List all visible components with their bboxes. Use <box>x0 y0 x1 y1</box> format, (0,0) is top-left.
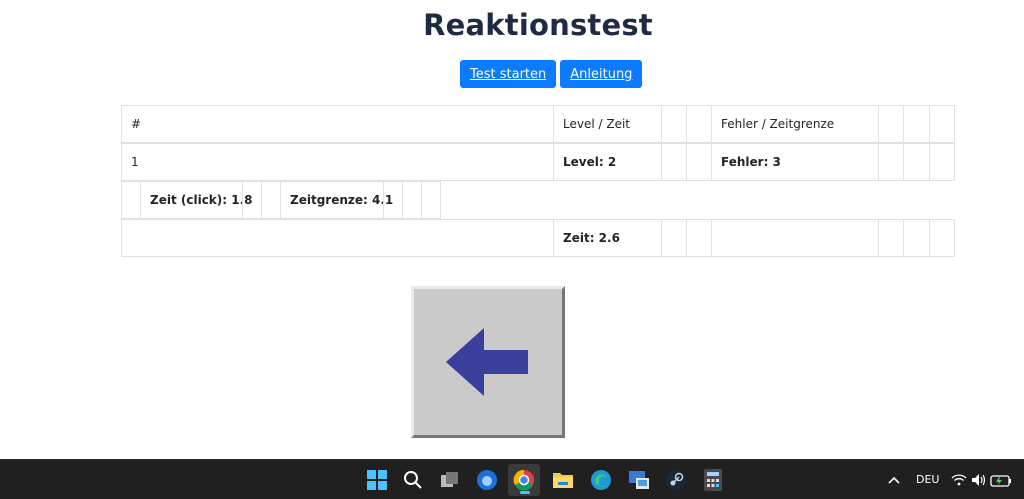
start-icon[interactable] <box>364 467 390 493</box>
table-row: Zeit (click): 1.8 Zeitgrenze: 4.1 <box>121 181 441 220</box>
arrow-stimulus-button[interactable] <box>411 286 565 438</box>
steam-icon[interactable] <box>663 467 689 493</box>
empty-cell <box>878 143 904 181</box>
chrome-icon[interactable] <box>508 464 540 496</box>
empty-cell <box>242 181 262 219</box>
empty-cell <box>903 105 930 143</box>
remote-desktop-icon[interactable] <box>626 467 652 493</box>
time-limit-cell: Zeitgrenze: 4.1 <box>280 181 393 219</box>
empty-cell <box>711 219 879 257</box>
level-cell: Level: 2 <box>553 143 662 181</box>
calculator-icon[interactable] <box>700 467 726 493</box>
empty-cell <box>121 181 141 219</box>
battery-icon[interactable] <box>988 467 1014 493</box>
empty-cell <box>383 181 403 219</box>
button-row: Test starten Anleitung <box>460 60 643 88</box>
active-indicator <box>520 491 530 494</box>
thunderbird-icon[interactable] <box>474 467 500 493</box>
language-indicator[interactable]: DEU <box>916 473 939 486</box>
time-cell: Zeit: 2.6 <box>553 219 662 257</box>
empty-cell <box>261 181 281 219</box>
table-row: Zeit: 2.6 <box>121 219 955 258</box>
taskbar: DEU <box>0 459 1024 499</box>
click-time-cell: Zeit (click): 1.8 <box>140 181 253 219</box>
header-num: # <box>121 105 554 143</box>
empty-cell <box>402 181 422 219</box>
empty-cell <box>903 143 930 181</box>
empty-cell <box>903 219 930 257</box>
edge-icon[interactable] <box>588 467 614 493</box>
file-explorer-icon[interactable] <box>550 467 576 493</box>
search-icon[interactable] <box>400 467 426 493</box>
task-view-icon[interactable] <box>437 467 463 493</box>
empty-cell <box>929 143 955 181</box>
empty-cell <box>878 105 904 143</box>
start-test-button[interactable]: Test starten <box>460 60 557 88</box>
empty-cell <box>686 143 712 181</box>
chevron-up-icon[interactable] <box>881 467 907 493</box>
empty-cell <box>929 219 955 257</box>
empty-cell <box>929 105 955 143</box>
errors-cell: Fehler: 3 <box>711 143 879 181</box>
header-error-limit: Fehler / Zeitgrenze <box>711 105 879 143</box>
empty-cell <box>421 181 441 219</box>
page-title: Reaktionstest <box>423 8 653 42</box>
empty-cell <box>661 219 687 257</box>
header-level-time: Level / Zeit <box>553 105 662 143</box>
empty-cell <box>661 143 687 181</box>
table-row: 1 Level: 2 Fehler: 3 <box>121 143 955 182</box>
row-num: 1 <box>121 143 554 181</box>
empty-cell <box>686 219 712 257</box>
instructions-button[interactable]: Anleitung <box>560 60 643 88</box>
arrow-left-icon <box>446 328 528 396</box>
empty-cell <box>121 219 554 257</box>
empty-cell <box>661 105 687 143</box>
empty-cell <box>878 219 904 257</box>
table-header-row: # Level / Zeit Fehler / Zeitgrenze <box>121 105 955 144</box>
empty-cell <box>686 105 712 143</box>
